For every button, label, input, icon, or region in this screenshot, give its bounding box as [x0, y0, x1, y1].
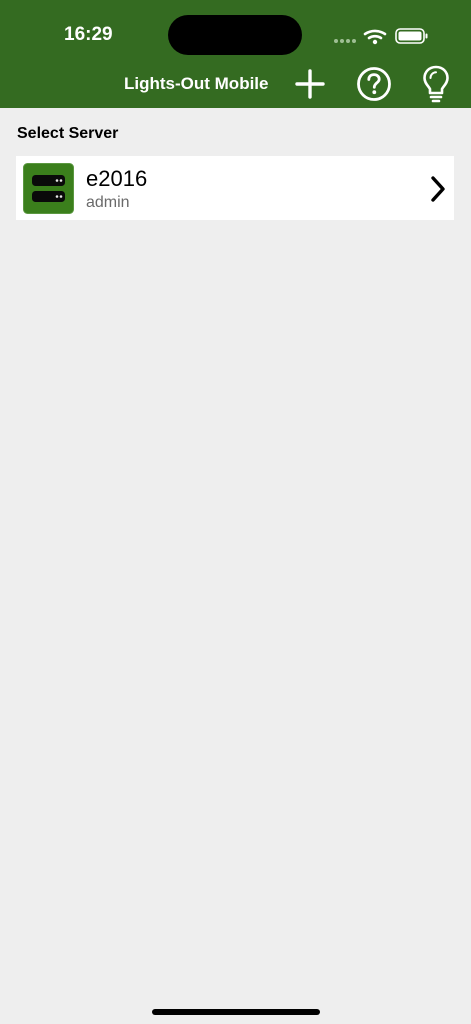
signal-dots-icon	[334, 39, 356, 43]
tips-button[interactable]	[416, 64, 456, 104]
question-circle-icon	[357, 67, 391, 101]
plus-icon	[295, 69, 325, 99]
battery-icon	[395, 28, 428, 44]
status-time: 16:29	[64, 24, 113, 45]
wifi-dot	[372, 39, 378, 45]
status-icons	[332, 22, 432, 48]
server-name: e2016	[86, 166, 148, 191]
server-user: admin	[86, 194, 130, 211]
server-row-e2016[interactable]: e2016 admin	[16, 156, 454, 220]
chevron-right-icon	[431, 176, 445, 202]
lightbulb-icon	[423, 65, 449, 103]
add-server-button[interactable]	[290, 64, 330, 104]
wifi-icon	[363, 29, 387, 40]
nav-title: Lights-Out Mobile	[124, 74, 269, 93]
server-icon	[23, 163, 74, 214]
header-bar: 16:29 Lights-Out Mobile	[0, 0, 471, 108]
dynamic-island	[168, 15, 302, 55]
home-indicator	[152, 1009, 320, 1015]
help-button[interactable]	[354, 64, 394, 104]
section-header: Select Server	[17, 125, 119, 142]
